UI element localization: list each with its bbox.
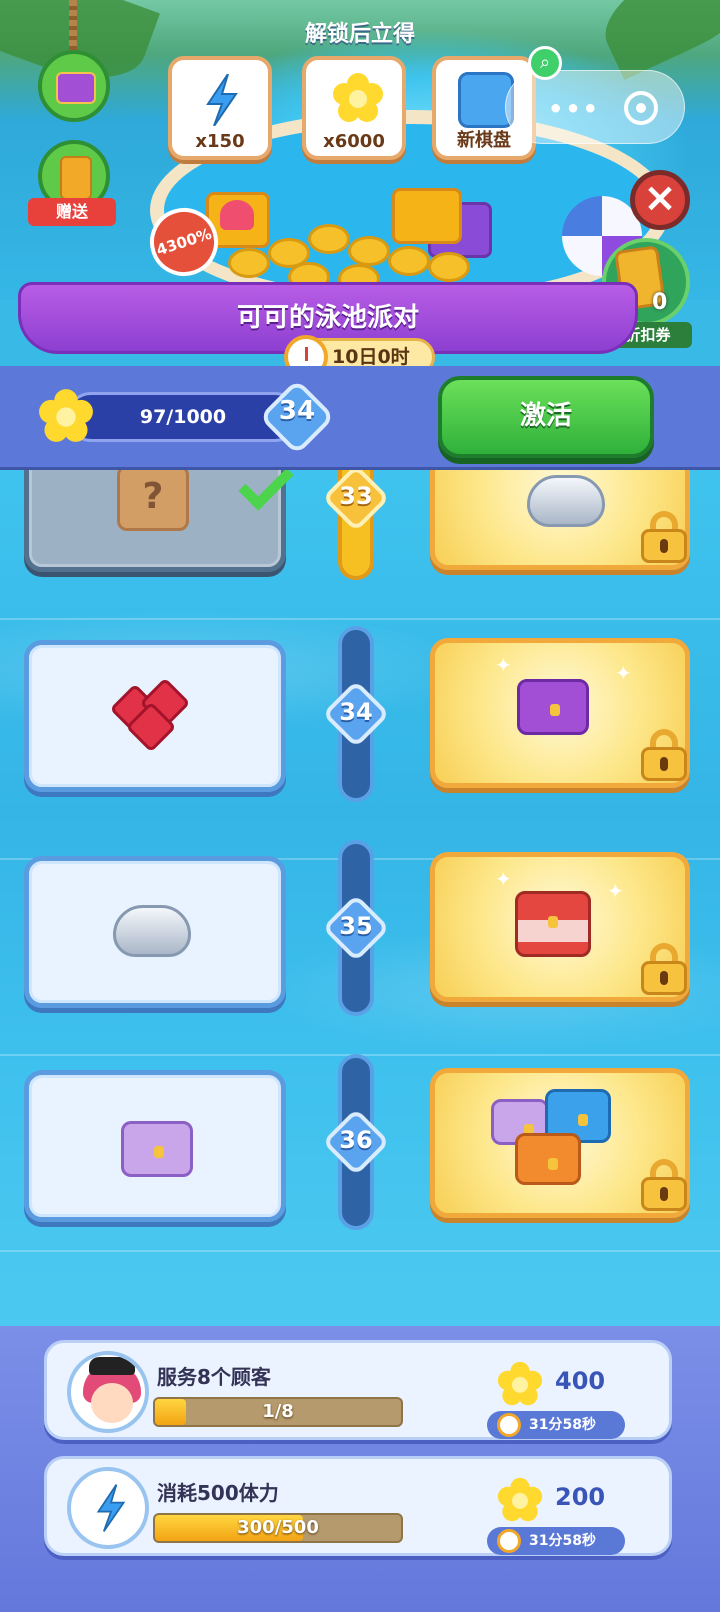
free-reward-card-35[interactable] (24, 856, 286, 1008)
energy-bolt-icon (96, 1484, 126, 1532)
lock-icon (641, 729, 687, 781)
claimed-check-icon (238, 470, 294, 511)
level-number: 33 (339, 482, 373, 510)
lock-icon (641, 511, 687, 563)
level-number: 36 (339, 1126, 373, 1154)
task-reward-amount: 400 (555, 1367, 606, 1395)
shell-icon (527, 475, 605, 527)
flower-coin-icon (333, 73, 383, 122)
task-timer: 31分58秒 (487, 1411, 625, 1439)
task-timer-text: 31分58秒 (529, 1417, 596, 1433)
more-menu-icon[interactable]: ••• (548, 95, 600, 123)
heart-icon (220, 200, 254, 230)
premium-reward-card-35[interactable]: ✦ ✦ (430, 852, 690, 1002)
flower-coin-icon (497, 1361, 543, 1406)
flower-coin-icon (497, 1477, 543, 1522)
task-card-serve-customers[interactable]: 服务8个顾客 1/8 400 31分58秒 (44, 1340, 672, 1440)
free-reward-card-33[interactable]: ? (24, 470, 294, 572)
task-reward-amount: 200 (555, 1483, 606, 1511)
event-timer-text: 10日0时 (332, 346, 410, 368)
mystery-box-icon: ? (117, 470, 189, 531)
energy-avatar (67, 1467, 149, 1549)
activate-button[interactable]: 激活 (438, 376, 654, 458)
reward-flower-card[interactable]: x6000 (302, 56, 406, 160)
reward-energy-label: x150 (195, 131, 245, 152)
task-title: 服务8个顾客 (157, 1365, 271, 1389)
level-node-34: 34 (322, 680, 390, 748)
coupon-count: 0 (652, 290, 668, 315)
unlock-rewards-title: 解锁后立得 (304, 22, 415, 47)
side-chest-button[interactable] (38, 50, 110, 122)
energy-bolt-icon (206, 74, 238, 126)
ticket-icon (60, 156, 92, 200)
close-miniprogram-icon[interactable] (624, 91, 658, 125)
task-timer-text: 31分58秒 (529, 1533, 596, 1549)
gift-box-image (392, 188, 462, 244)
task-timer: 31分58秒 (487, 1527, 625, 1555)
mini-program-capsule: ••• (505, 70, 685, 144)
premium-reward-card-36[interactable] (430, 1068, 690, 1218)
level-number: 34 (339, 698, 373, 726)
task-title: 消耗500体力 (157, 1481, 279, 1505)
orange-chest-icon (515, 1133, 581, 1185)
current-level-number: 34 (278, 396, 316, 426)
task-panel: 服务8个顾客 1/8 400 31分58秒 消耗500体力 300/500 20… (0, 1326, 720, 1612)
task-progress-bar: 1/8 (153, 1397, 403, 1427)
gift-label[interactable]: 赠送 (28, 198, 116, 226)
chest-icon (56, 72, 96, 104)
lock-icon (641, 943, 687, 995)
reward-flower-label: x6000 (323, 131, 385, 152)
task-progress-bar: 300/500 (153, 1513, 403, 1543)
reward-energy-card[interactable]: x150 (168, 56, 272, 160)
red-chest-icon (515, 891, 591, 957)
shell-icon (113, 905, 191, 957)
level-node-36: 36 (322, 1108, 390, 1176)
free-reward-card-36[interactable] (24, 1070, 286, 1222)
event-title: 可可的泳池派对 (236, 303, 419, 333)
purple-chest-icon (517, 679, 589, 735)
task-progress-text: 1/8 (262, 1401, 294, 1422)
clock-icon (497, 1413, 521, 1437)
task-card-consume-energy[interactable]: 消耗500体力 300/500 200 31分58秒 (44, 1456, 672, 1556)
flower-coin-icon (39, 389, 93, 442)
progress-strip: 97/1000 34 激活 (0, 366, 720, 470)
clock-icon (497, 1529, 521, 1553)
pale-chest-icon (121, 1121, 193, 1177)
premium-reward-card-33[interactable] (430, 470, 690, 570)
close-button[interactable]: × (630, 170, 690, 230)
level-node-35: 35 (322, 894, 390, 962)
reward-track[interactable]: ? 33 34 ✦ ✦ 35 ✦ ✦ 36 (0, 470, 720, 1326)
level-node-33: 33 (322, 470, 390, 532)
free-reward-card-34[interactable] (24, 640, 286, 792)
customer-avatar (67, 1351, 149, 1433)
premium-reward-card-34[interactable]: ✦ ✦ (430, 638, 690, 788)
level-number: 35 (339, 912, 373, 940)
lock-icon (641, 1159, 687, 1211)
search-icon[interactable]: ⌕ (528, 46, 562, 80)
ruby-gems-icon (109, 677, 197, 753)
task-progress-text: 300/500 (237, 1517, 319, 1538)
